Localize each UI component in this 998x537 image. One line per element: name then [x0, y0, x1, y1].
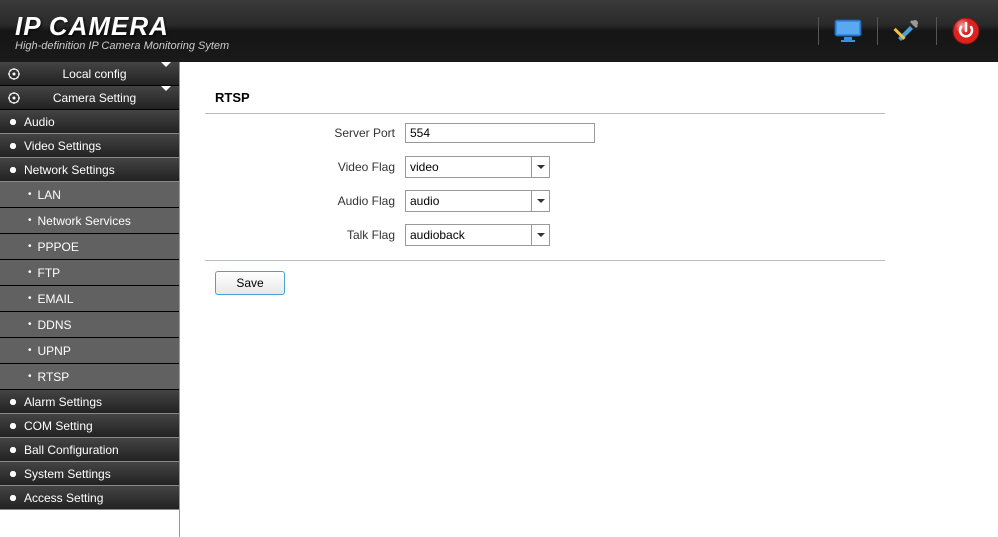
main-content: RTSP Server Port Video Flag video Audio … [180, 62, 998, 537]
sidebar-item-label: PPPOE [38, 240, 79, 254]
dot-icon: • [28, 215, 32, 226]
talk-flag-select[interactable]: audioback [405, 224, 550, 246]
audio-flag-select[interactable]: audio [405, 190, 550, 212]
server-port-label: Server Port [205, 126, 405, 140]
sidebar-com-setting[interactable]: COM Setting [0, 414, 179, 438]
sidebar-item-label: COM Setting [24, 419, 93, 433]
sidebar-item-label: FTP [38, 266, 61, 280]
header-divider [877, 17, 878, 45]
sidebar-item-label: RTSP [38, 370, 70, 384]
video-flag-row: Video Flag video [205, 152, 885, 182]
sidebar-alarm-settings[interactable]: Alarm Settings [0, 390, 179, 414]
bullet-icon [10, 399, 16, 405]
header-title-block: IP CAMERA High-definition IP Camera Moni… [15, 11, 229, 52]
talk-flag-row: Talk Flag audioback [205, 220, 885, 250]
bullet-icon [10, 167, 16, 173]
server-port-row: Server Port [205, 118, 885, 148]
bullet-icon [10, 471, 16, 477]
dot-icon: • [28, 345, 32, 356]
audio-flag-label: Audio Flag [205, 194, 405, 208]
video-flag-label: Video Flag [205, 160, 405, 174]
panel-title: RTSP [205, 82, 885, 114]
sidebar-item-label: Camera Setting [53, 91, 136, 105]
sidebar-local-config[interactable]: Local config [0, 62, 179, 86]
sidebar-item-label: System Settings [24, 467, 111, 481]
dot-icon: • [28, 189, 32, 200]
dot-icon: • [28, 319, 32, 330]
save-row: Save [205, 271, 885, 295]
sidebar-video-settings[interactable]: Video Settings [0, 134, 179, 158]
audio-flag-value: audio [410, 194, 439, 208]
sidebar-item-label: DDNS [38, 318, 72, 332]
sidebar-item-label: Network Services [38, 214, 131, 228]
dot-icon: • [28, 267, 32, 278]
sidebar-network-settings[interactable]: Network Settings [0, 158, 179, 182]
sidebar-access-setting[interactable]: Access Setting [0, 486, 179, 510]
chevron-down-icon [531, 191, 549, 211]
sidebar-item-label: Network Settings [24, 163, 115, 177]
bullet-icon [10, 119, 16, 125]
dot-icon: • [28, 293, 32, 304]
sidebar-item-label: Video Settings [24, 139, 101, 153]
bullet-icon [10, 447, 16, 453]
sidebar-item-label: UPNP [38, 344, 71, 358]
sidebar-system-settings[interactable]: System Settings [0, 462, 179, 486]
chevron-down-icon [531, 225, 549, 245]
gear-icon [8, 68, 20, 80]
talk-flag-label: Talk Flag [205, 228, 405, 242]
header: IP CAMERA High-definition IP Camera Moni… [0, 0, 998, 62]
sidebar-network-services[interactable]: • Network Services [0, 208, 179, 234]
sidebar-item-label: EMAIL [38, 292, 74, 306]
sidebar-ftp[interactable]: • FTP [0, 260, 179, 286]
rtsp-panel: RTSP Server Port Video Flag video Audio … [205, 82, 885, 295]
sidebar-item-label: LAN [38, 188, 61, 202]
form-divider [205, 260, 885, 261]
sidebar-item-label: Ball Configuration [24, 443, 119, 457]
header-icons [813, 11, 988, 51]
audio-flag-row: Audio Flag audio [205, 186, 885, 216]
tools-icon[interactable] [885, 11, 929, 51]
sidebar-camera-setting[interactable]: Camera Setting [0, 86, 179, 110]
video-flag-select[interactable]: video [405, 156, 550, 178]
sidebar-item-label: Alarm Settings [24, 395, 102, 409]
container: Local config Camera Setting Audio Video … [0, 62, 998, 537]
video-flag-value: video [410, 160, 439, 174]
sidebar-pppoe[interactable]: • PPPOE [0, 234, 179, 260]
sidebar-item-label: Access Setting [24, 491, 103, 505]
chevron-down-icon [531, 157, 549, 177]
sidebar-rtsp[interactable]: • RTSP [0, 364, 179, 390]
sidebar-audio[interactable]: Audio [0, 110, 179, 134]
sidebar-item-label: Audio [24, 115, 55, 129]
header-divider [818, 17, 819, 45]
sidebar-ddns[interactable]: • DDNS [0, 312, 179, 338]
chevron-down-icon [161, 91, 171, 105]
sidebar-lan[interactable]: • LAN [0, 182, 179, 208]
bullet-icon [10, 423, 16, 429]
header-divider [936, 17, 937, 45]
sidebar-ball-configuration[interactable]: Ball Configuration [0, 438, 179, 462]
bullet-icon [10, 143, 16, 149]
header-subtitle: High-definition IP Camera Monitoring Syt… [15, 40, 229, 52]
gear-icon [8, 92, 20, 104]
server-port-input[interactable] [405, 123, 595, 143]
monitor-icon[interactable] [826, 11, 870, 51]
save-button[interactable]: Save [215, 271, 285, 295]
dot-icon: • [28, 371, 32, 382]
sidebar-item-label: Local config [62, 67, 126, 81]
chevron-down-icon [161, 67, 171, 81]
header-title: IP CAMERA [15, 11, 229, 42]
bullet-icon [10, 495, 16, 501]
sidebar-upnp[interactable]: • UPNP [0, 338, 179, 364]
sidebar-email[interactable]: • EMAIL [0, 286, 179, 312]
dot-icon: • [28, 241, 32, 252]
power-icon[interactable] [944, 11, 988, 51]
sidebar: Local config Camera Setting Audio Video … [0, 62, 180, 537]
talk-flag-value: audioback [410, 228, 465, 242]
